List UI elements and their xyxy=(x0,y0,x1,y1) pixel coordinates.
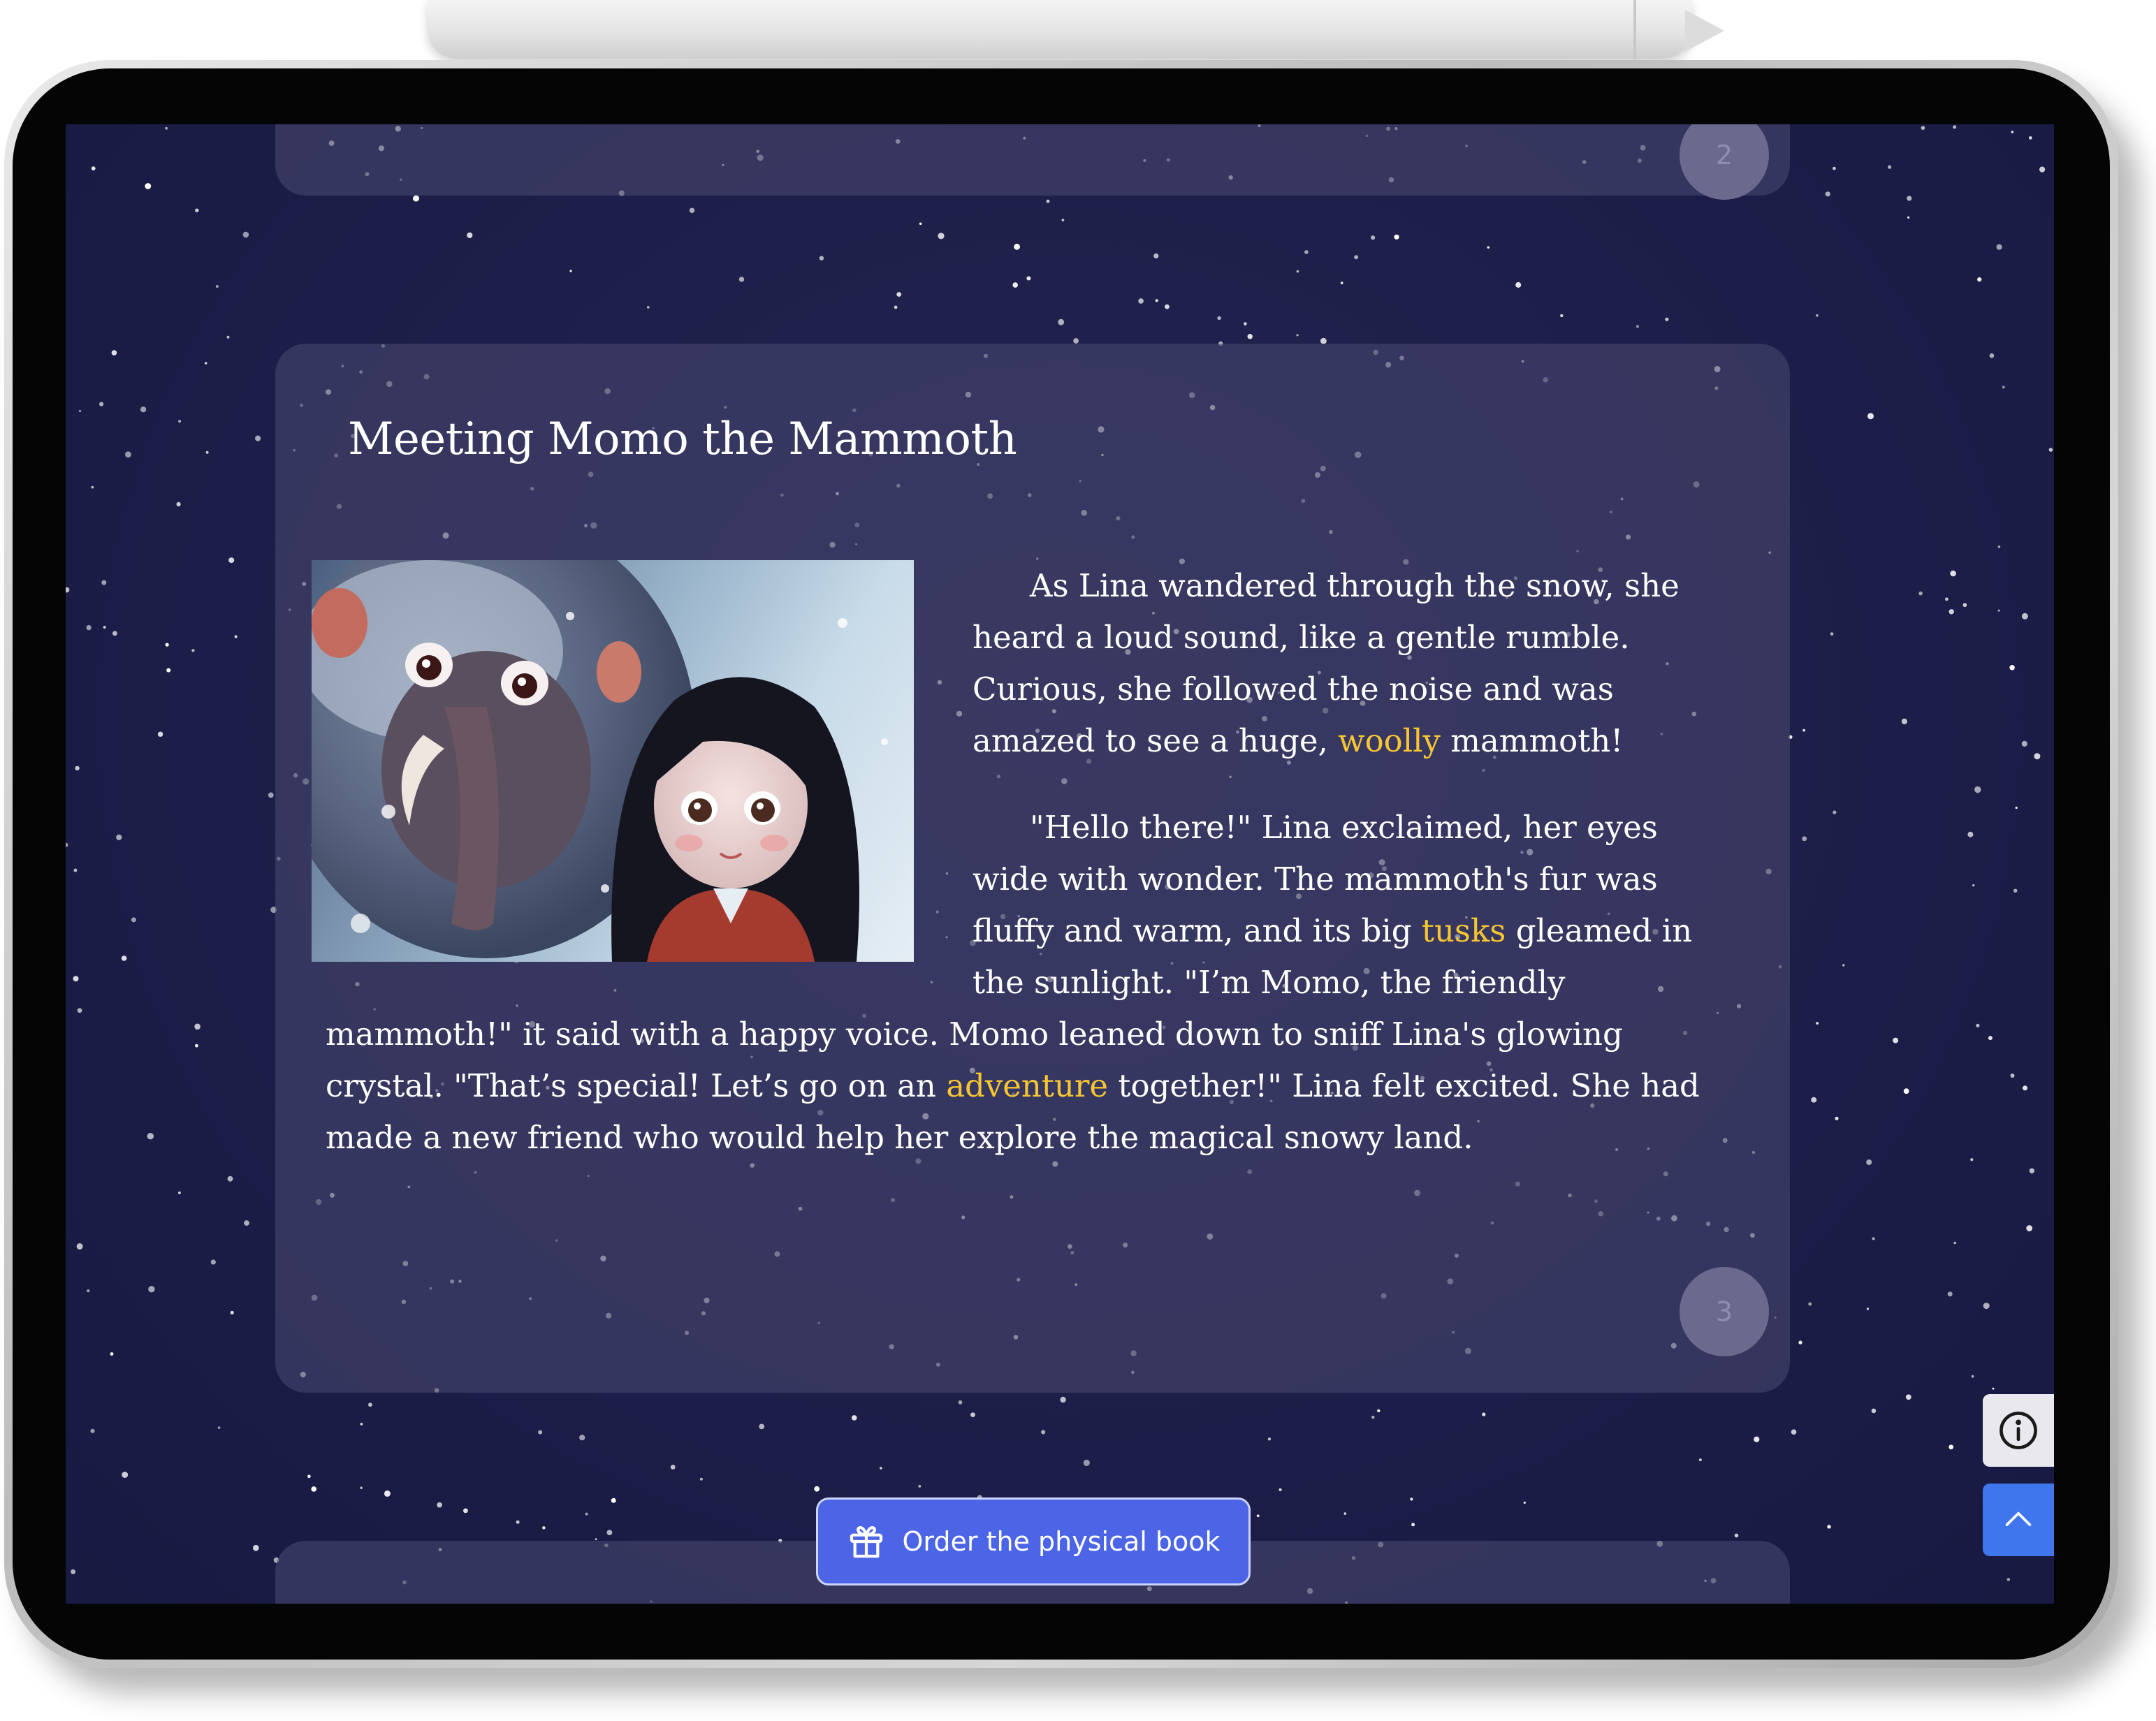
scroll-to-top-button[interactable] xyxy=(1983,1484,2054,1556)
order-button-label: Order the physical book xyxy=(902,1526,1221,1557)
page-number-badge: 3 xyxy=(1680,1267,1769,1356)
story-illustration xyxy=(312,560,914,962)
apple-pencil xyxy=(428,0,1724,59)
story-text: As Lina wandered through the snow, she h… xyxy=(312,560,1742,1199)
gift-icon xyxy=(850,1526,882,1558)
vocabulary-word-tusks[interactable]: tusks xyxy=(1422,912,1506,949)
order-physical-book-button[interactable]: Order the physical book xyxy=(816,1497,1251,1585)
pencil-tip xyxy=(1685,10,1724,52)
pencil-band xyxy=(1633,0,1636,59)
story-page-card: Meeting Momo the Mammoth As Lina wandere… xyxy=(275,344,1790,1393)
page-title: Meeting Momo the Mammoth xyxy=(348,413,1017,465)
previous-page-card: 2 xyxy=(275,124,1790,200)
text-segment: mammoth! xyxy=(1440,722,1624,759)
chevron-up-icon xyxy=(2005,1511,2032,1526)
page-number-badge: 2 xyxy=(1680,124,1769,200)
info-icon xyxy=(2000,1412,2037,1449)
lina-and-mammoth-image xyxy=(312,560,888,962)
vocabulary-word-adventure[interactable]: adventure xyxy=(946,1067,1108,1104)
tablet-screen: 2 Meeting Momo the Mammoth As Lina wande… xyxy=(66,124,2054,1604)
info-button[interactable] xyxy=(1983,1394,2054,1467)
vocabulary-word-woolly[interactable]: woolly xyxy=(1338,722,1441,759)
